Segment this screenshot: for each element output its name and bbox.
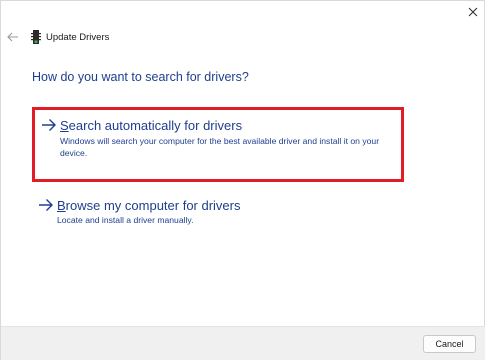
search-automatically-title: Search automatically for drivers <box>60 118 242 133</box>
browse-computer-description: Locate and install a driver manually. <box>57 215 194 225</box>
page-heading: How do you want to search for drivers? <box>32 70 249 84</box>
window-title: Update Drivers <box>46 32 110 43</box>
close-button[interactable] <box>463 3 483 21</box>
device-icon <box>31 30 41 44</box>
browse-computer-option[interactable]: Browse my computer for drivers Locate an… <box>32 195 404 235</box>
search-automatically-option[interactable]: Search automatically for drivers Windows… <box>32 107 404 182</box>
search-automatically-description: Windows will search your computer for th… <box>60 136 380 158</box>
back-button[interactable] <box>5 29 21 45</box>
accelerator-key: B <box>57 198 66 213</box>
browse-computer-title: Browse my computer for drivers <box>57 198 241 213</box>
option-title-text: earch automatically for drivers <box>68 118 243 133</box>
arrow-right-icon <box>42 119 56 131</box>
back-arrow-icon <box>7 32 18 42</box>
close-icon <box>468 7 478 17</box>
cancel-button[interactable]: Cancel <box>423 335 476 353</box>
option-title-text: rowse my computer for drivers <box>65 198 241 213</box>
dialog-footer <box>1 326 485 360</box>
arrow-right-icon <box>39 199 53 211</box>
update-drivers-dialog: Update Drivers How do you want to search… <box>0 0 485 360</box>
accelerator-key: S <box>60 118 69 133</box>
